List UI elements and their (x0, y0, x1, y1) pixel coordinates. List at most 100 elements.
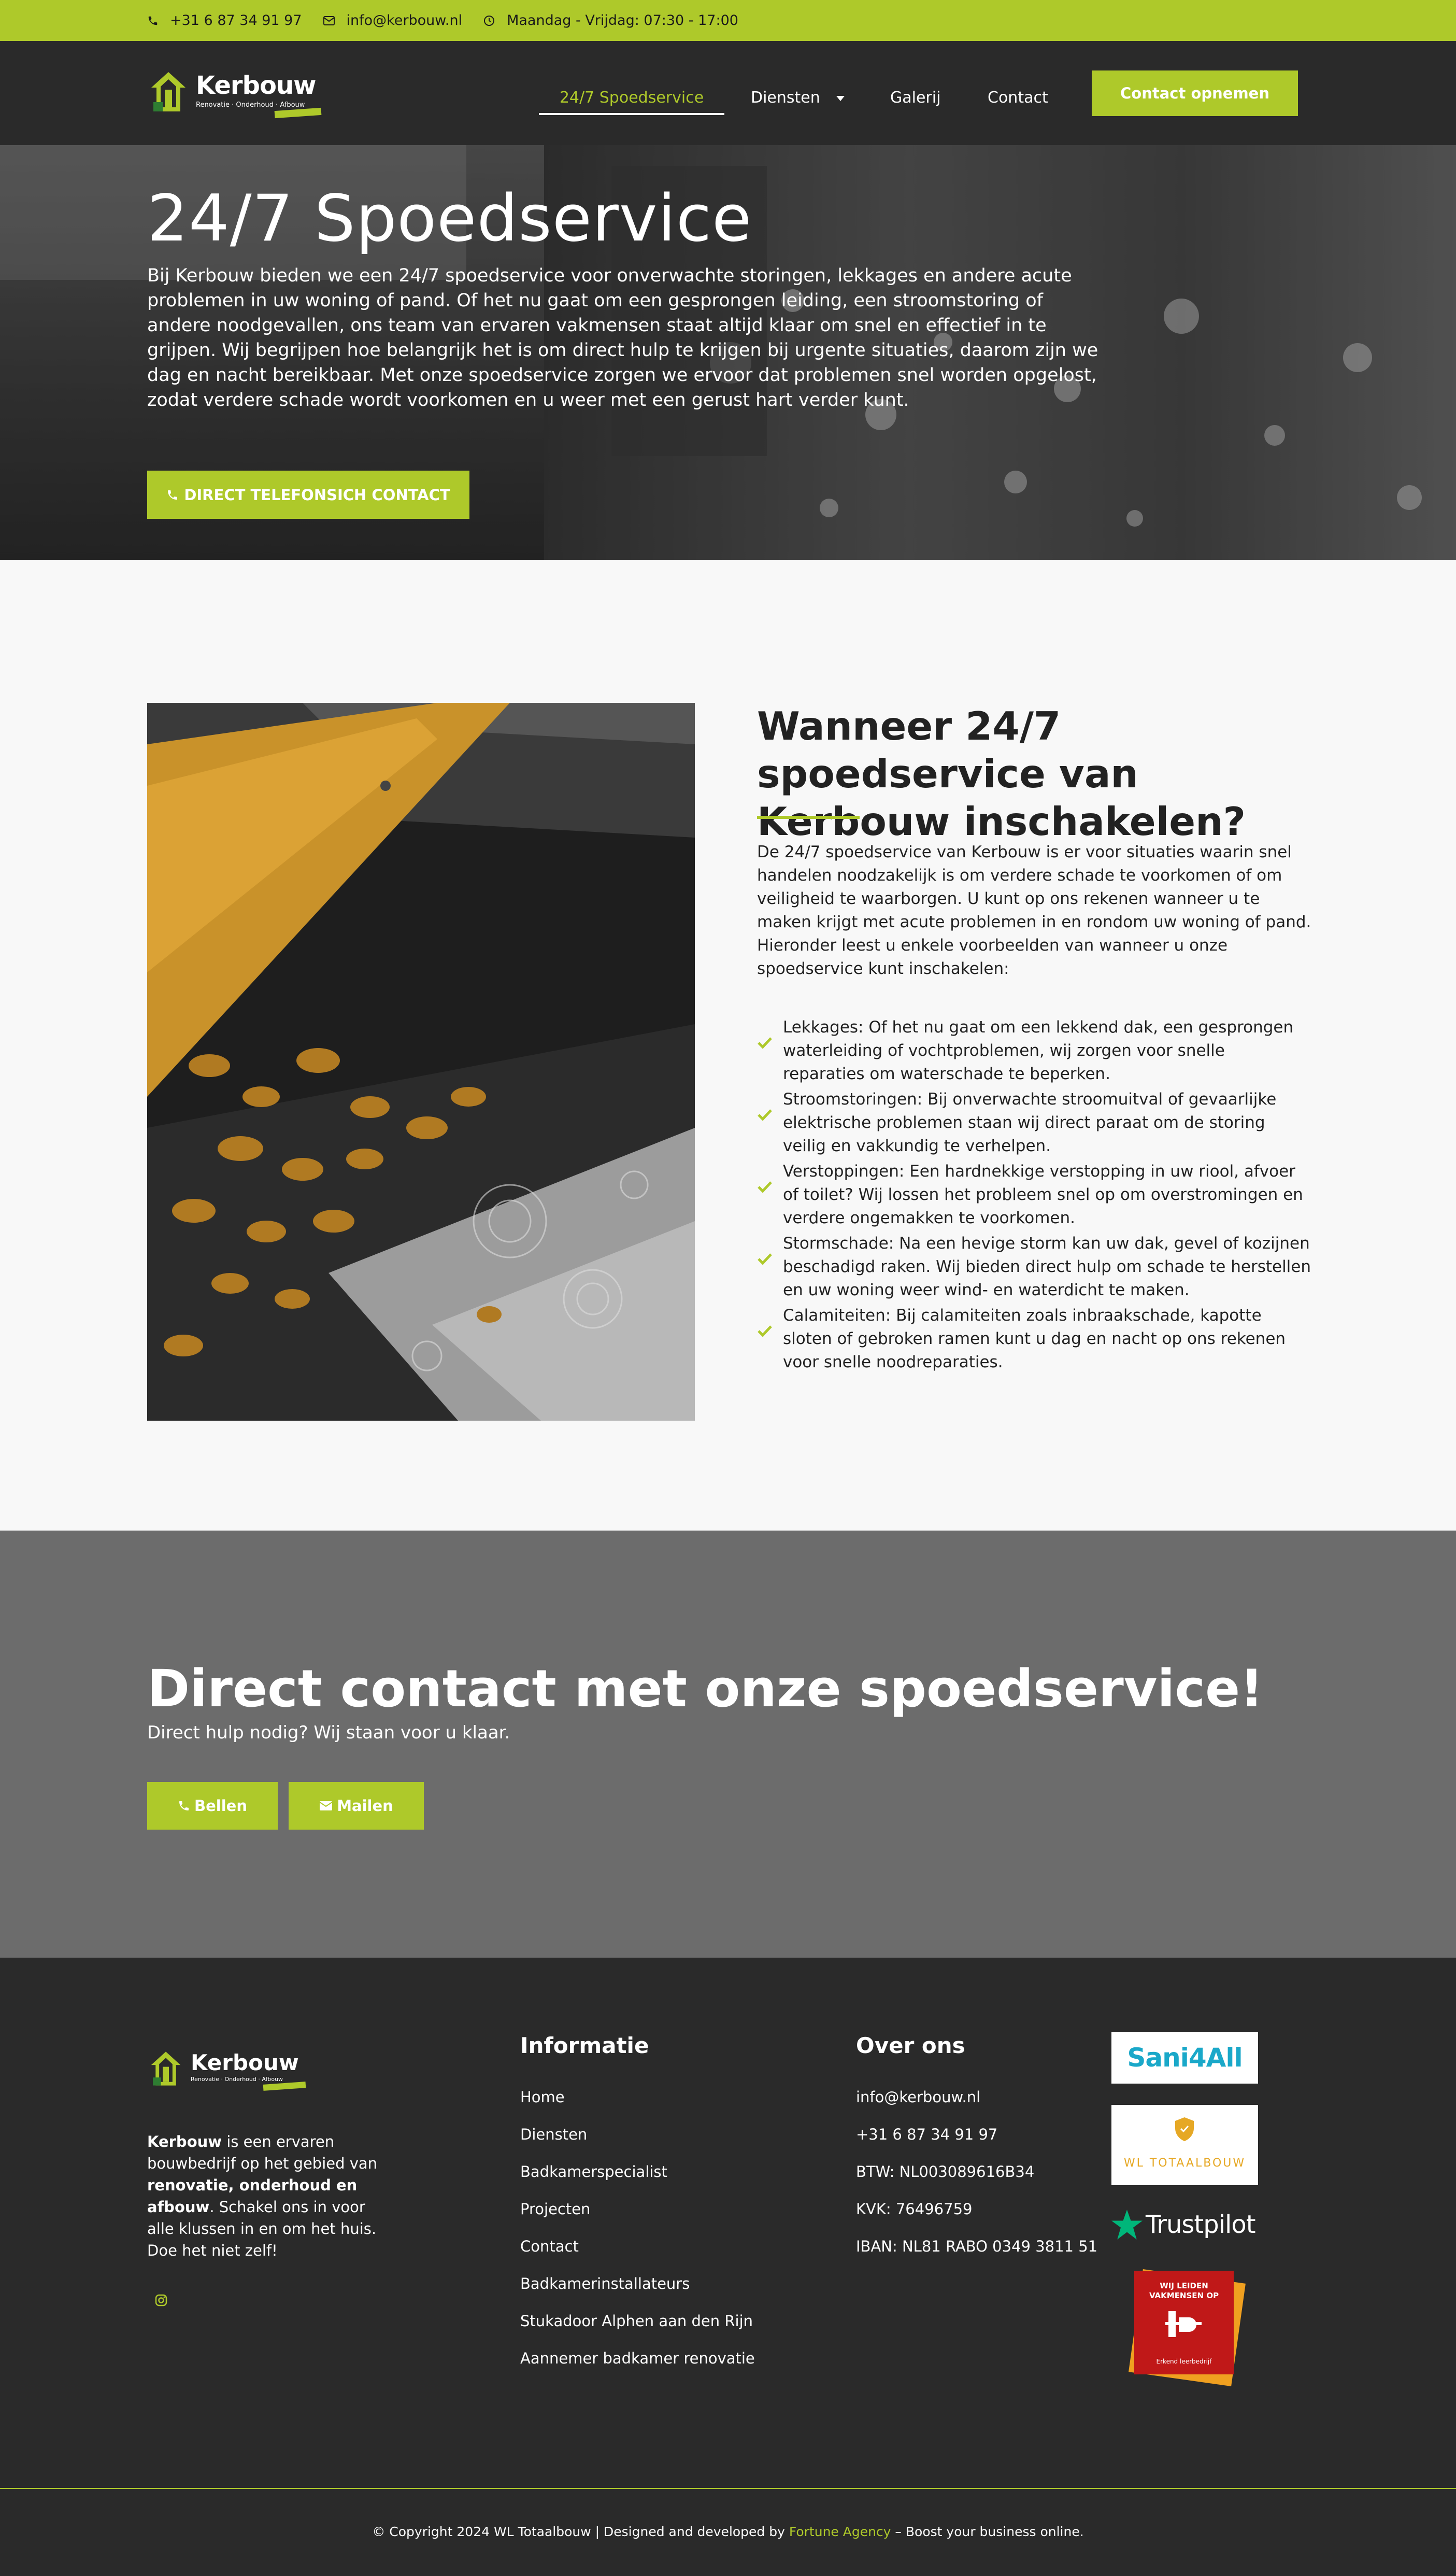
footer-link-stukadoor[interactable]: Stukadoor Alphen aan den Rijn (520, 2312, 753, 2330)
footer-logo-signature (263, 2082, 306, 2091)
logo-tagline: Renovatie · Onderhoud · Afbouw (196, 101, 305, 109)
topbar-hours: Maandag - Vrijdag: 07:30 - 17:00 (483, 12, 738, 29)
direct-phone-contact-label: DIRECT TELEFONSICH CONTACT (184, 486, 450, 504)
site-header: Kerbouw Renovatie · Onderhoud · Afbouw 2… (0, 41, 1456, 145)
mail-button[interactable]: Mailen (289, 1782, 424, 1830)
footer-btw: BTW: NL003089616B34 (856, 2163, 1035, 2181)
nav-diensten-label: Diensten (751, 89, 820, 107)
check-icon (758, 1109, 772, 1121)
mail-button-label: Mailen (337, 1797, 393, 1815)
house-logo-icon (151, 72, 185, 111)
list-item-text: Calamiteiten: Bij calamiteiten zoals inb… (783, 1306, 1286, 1371)
contact-opnemen-button[interactable]: Contact opnemen (1092, 70, 1298, 116)
footer-link-projecten[interactable]: Projecten (520, 2200, 590, 2218)
direct-phone-contact-button[interactable]: DIRECT TELEFONSICH CONTACT (147, 471, 469, 519)
wl-totaalbouw-badge[interactable]: WL TOTAALBOUW (1111, 2105, 1258, 2185)
instagram-icon (155, 2294, 167, 2306)
footer-info-title: Informatie (520, 2033, 649, 2058)
footer-link-home[interactable]: Home (520, 2088, 565, 2106)
footer-divider (0, 2488, 1456, 2489)
list-item: Stroomstoringen: Bij onverwachte stroomu… (757, 1088, 1311, 1158)
footer-logo[interactable]: Kerbouw Renovatie · Onderhoud · Afbouw (150, 2050, 316, 2097)
fortune-agency-link[interactable]: Fortune Agency (789, 2524, 891, 2539)
star-icon (1111, 2210, 1143, 2240)
when-title: Wanneer 24/7 spoedservice van Kerbouw in… (757, 703, 1246, 844)
site-footer: Kerbouw Renovatie · Onderhoud · Afbouw K… (0, 1958, 1456, 2576)
caret-down-icon (836, 95, 845, 101)
check-icon (758, 1253, 772, 1265)
trustpilot-badge[interactable]: Trustpilot (1111, 2206, 1258, 2243)
footer-logo-name: Kerbouw (191, 2050, 299, 2075)
list-item-text: Stormschade: Na een hevige storm kan uw … (783, 1234, 1311, 1299)
hero-body: Bij Kerbouw bieden we een 24/7 spoedserv… (147, 265, 1098, 411)
envelope-icon (323, 16, 335, 25)
topbar-phone[interactable]: +31 6 87 34 91 97 (147, 12, 302, 29)
copyright-post: – Boost your business online. (891, 2524, 1084, 2539)
leaves-water-photo (147, 703, 695, 1421)
sani4all-badge[interactable]: Sani4All (1111, 2032, 1258, 2084)
phone-icon (168, 490, 178, 500)
call-button[interactable]: Bellen (147, 1782, 278, 1830)
logo-name: Kerbouw (196, 71, 316, 100)
nav-galerij[interactable]: Galerij (890, 81, 940, 115)
leerbedrijf-logo-icon (1165, 2311, 1202, 2337)
footer-phone[interactable]: +31 6 87 34 91 97 (856, 2126, 997, 2143)
logo-signature (274, 107, 322, 119)
nav-diensten[interactable]: Diensten (751, 81, 845, 115)
nav-contact[interactable]: Contact (988, 81, 1048, 115)
trustpilot-text: Trustpilot (1146, 2210, 1256, 2239)
topbar-hours-text: Maandag - Vrijdag: 07:30 - 17:00 (507, 12, 738, 29)
contact-section: Direct contact met onze spoedservice! Di… (0, 1531, 1456, 1958)
footer-about-title: Over ons (856, 2033, 965, 2058)
when-list: Lekkages: Of het nu gaat om een lekkend … (757, 1016, 1311, 1376)
wij-leiden-vakmensen-op-badge[interactable]: WIJ LEIDEN VAKMENSEN OP Erkend leerbedri… (1127, 2266, 1246, 2386)
topbar-email-text: info@kerbouw.nl (346, 12, 463, 29)
leaves-water-illustration (147, 703, 695, 1421)
footer-about: Kerbouw is een ervaren bouwbedrijf op he… (147, 2131, 386, 2261)
footer-link-badkamerspecialist[interactable]: Badkamerspecialist (520, 2163, 667, 2181)
list-item: Verstoppingen: Een hardnekkige verstoppi… (757, 1160, 1311, 1230)
contact-subtitle: Direct hulp nodig? Wij staan voor u klaa… (147, 1722, 510, 1743)
wl-totaalbouw-text: WL TOTAALBOUW (1123, 2157, 1246, 2170)
list-item-text: Verstoppingen: Een hardnekkige verstoppi… (783, 1162, 1303, 1227)
sani4all-text: Sani4All (1127, 2043, 1243, 2073)
phone-icon (179, 1801, 189, 1810)
title-underline (757, 816, 860, 819)
check-icon (758, 1181, 772, 1193)
footer-about-brand: Kerbouw (147, 2133, 222, 2150)
check-icon (758, 1325, 772, 1337)
list-item-text: Lekkages: Of het nu gaat om een lekkend … (783, 1018, 1294, 1083)
top-bar: +31 6 87 34 91 97 info@kerbouw.nl Maanda… (0, 0, 1456, 41)
instagram-link[interactable] (154, 2294, 168, 2309)
shield-icon (1175, 2117, 1194, 2141)
house-logo-icon (151, 2051, 181, 2086)
check-icon (758, 1037, 772, 1049)
badge-top-text: WIJ LEIDEN VAKMENSEN OP (1149, 2281, 1219, 2300)
copyright: © Copyright 2024 WL Totaalbouw | Designe… (0, 2524, 1456, 2539)
footer-kvk: KVK: 76496759 (856, 2200, 973, 2218)
list-item: Stormschade: Na een hevige storm kan uw … (757, 1232, 1311, 1302)
list-item: Calamiteiten: Bij calamiteiten zoals inb… (757, 1304, 1311, 1374)
call-button-label: Bellen (194, 1797, 247, 1815)
phone-icon (148, 16, 158, 25)
clock-icon (484, 15, 495, 26)
footer-link-diensten[interactable]: Diensten (520, 2126, 587, 2143)
hero-title: 24/7 Spoedservice (147, 181, 752, 256)
badge-bottom-text: Erkend leerbedrijf (1156, 2358, 1212, 2365)
list-item: Lekkages: Of het nu gaat om een lekkend … (757, 1016, 1311, 1086)
copyright-pre: © Copyright 2024 WL Totaalbouw | Designe… (372, 2524, 789, 2539)
nav-spoedservice[interactable]: 24/7 Spoedservice (539, 81, 724, 115)
footer-link-badkamerinstallateurs[interactable]: Badkamerinstallateurs (520, 2275, 690, 2292)
site-logo[interactable]: Kerbouw Renovatie · Onderhoud · Afbouw (150, 71, 326, 123)
footer-logo-tagline: Renovatie · Onderhoud · Afbouw (191, 2076, 283, 2083)
hero-section: 24/7 Spoedservice Bij Kerbouw bieden we … (0, 145, 1456, 560)
envelope-icon (319, 1801, 333, 1810)
footer-link-aannemer[interactable]: Aannemer badkamer renovatie (520, 2349, 755, 2367)
contact-title: Direct contact met onze spoedservice! (147, 1659, 1264, 1719)
footer-iban: IBAN: NL81 RABO 0349 3811 51 (856, 2238, 1098, 2255)
topbar-email[interactable]: info@kerbouw.nl (323, 12, 463, 29)
footer-email[interactable]: info@kerbouw.nl (856, 2088, 980, 2106)
footer-link-contact[interactable]: Contact (520, 2238, 579, 2255)
when-intro: De 24/7 spoedservice van Kerbouw is er v… (757, 843, 1311, 978)
list-item-text: Stroomstoringen: Bij onverwachte stroomu… (783, 1090, 1277, 1155)
